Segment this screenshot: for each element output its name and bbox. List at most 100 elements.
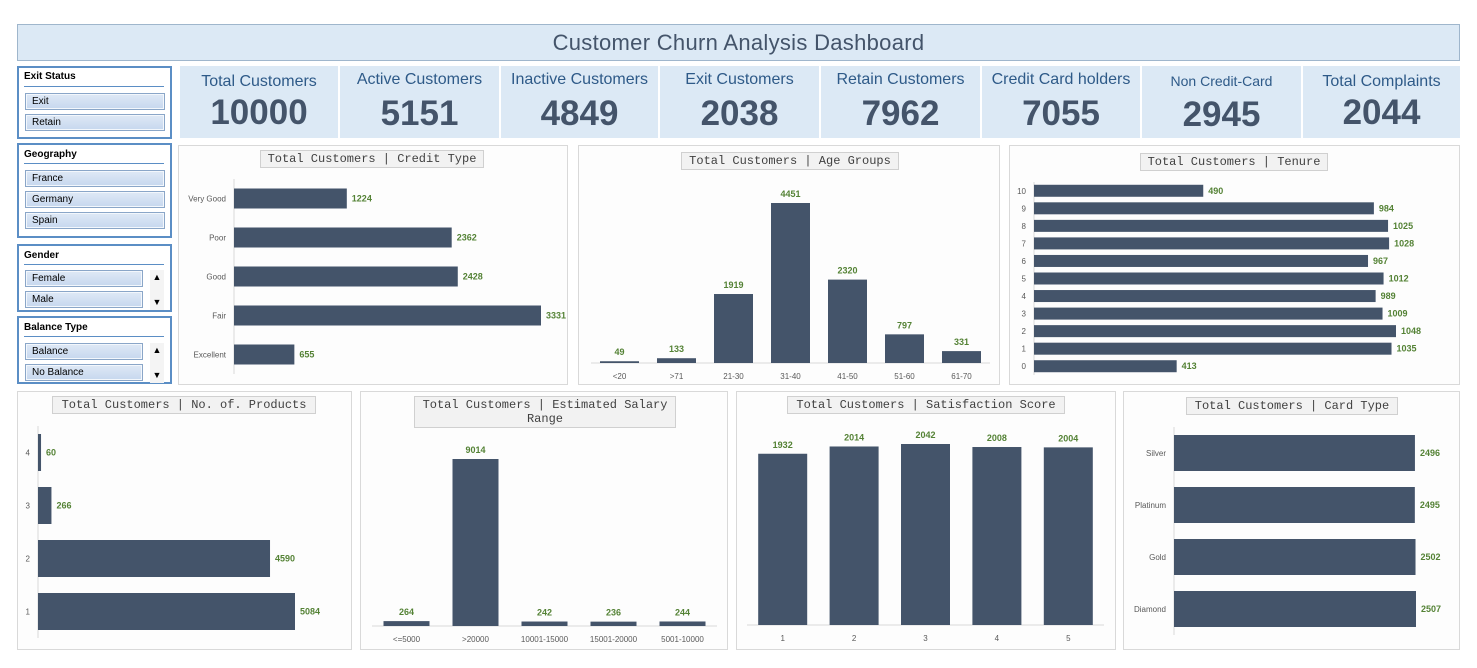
category-label: 4 [1022, 292, 1027, 301]
category-label: 4 [26, 449, 31, 458]
chart-card-type: Silver 2496 Platinum 2495 Gold 2502 Diamond 250… [1134, 427, 1441, 635]
bar-2 [1034, 325, 1396, 338]
data-label: 2008 [987, 433, 1007, 443]
slicer-divider [24, 86, 164, 87]
bar-4 [1034, 290, 1376, 303]
slicer-scrollbar[interactable]: ▲ ▼ [150, 270, 164, 310]
data-label: 413 [1182, 361, 1197, 371]
category-label: 9 [1022, 204, 1027, 213]
slicer-item-spain[interactable]: Spain [25, 212, 165, 229]
scroll-up-icon[interactable]: ▲ [151, 271, 163, 283]
category-label: Gold [1149, 553, 1166, 562]
kpi-card-total-customers: Total Customers 10000 [180, 66, 338, 138]
bar-5000 [383, 621, 430, 626]
kpi-label: Inactive Customers [511, 71, 648, 88]
data-label: 1025 [1393, 221, 1413, 231]
bar-poor [234, 227, 452, 248]
category-label: Diamond [1134, 605, 1166, 614]
bar-5 [1043, 447, 1093, 625]
bar-8 [1034, 219, 1389, 232]
category-label: 5 [1022, 275, 1027, 284]
slicer-exit-status: Exit Status Exit Retain [17, 66, 172, 139]
bar-1 [38, 593, 295, 630]
data-label: 1009 [1388, 309, 1408, 319]
kpi-card-inactive-customers: Inactive Customers 4849 [501, 66, 658, 138]
slicer-balance-type: Balance Type Balance No Balance ▲ ▼ [17, 316, 172, 384]
category-label: Very Good [188, 195, 226, 204]
data-label: 984 [1379, 203, 1394, 213]
data-label: 967 [1373, 256, 1388, 266]
category-label: <20 [613, 372, 627, 381]
slicer-title: Gender [24, 250, 60, 261]
scroll-down-icon[interactable]: ▼ [151, 296, 163, 308]
kpi-label: Non Credit-Card [1170, 73, 1273, 89]
slicer-item-no-balance[interactable]: No Balance [25, 364, 143, 381]
data-label: 2320 [837, 266, 857, 276]
bar-71 [657, 358, 696, 363]
bar-21-30 [714, 294, 753, 363]
chart-panel-salary: Total Customers | Estimated Salary Range… [360, 391, 728, 650]
chart-estimated-salary: 264 <=5000 9014 >20000 242 10001-15000 236 1500… [372, 445, 717, 644]
category-label: 1 [26, 608, 31, 617]
category-label: 2 [26, 555, 31, 564]
data-label: 655 [299, 350, 314, 360]
kpi-value: 2044 [1342, 93, 1421, 132]
bar-9 [1034, 202, 1374, 215]
slicer-item-germany[interactable]: Germany [25, 191, 165, 208]
category-label: Excellent [194, 351, 227, 360]
chart-no-of-products: 4 60 3 266 2 4590 1 5084 [26, 426, 320, 638]
category-label: 8 [1022, 222, 1027, 231]
slicer-title: Balance Type [24, 322, 88, 333]
category-label: 2 [1022, 327, 1027, 336]
data-label: 1224 [352, 194, 372, 204]
data-label: 1035 [1397, 344, 1417, 354]
bar-2 [829, 446, 879, 625]
chart-panel-card-type: Total Customers | Card Type Silver 2496 Pl… [1123, 391, 1460, 650]
slicer-item-balance[interactable]: Balance [25, 343, 143, 360]
data-label: 9014 [465, 445, 485, 455]
data-label: 60 [46, 448, 56, 458]
chart-panel-products: Total Customers | No. of. Products 4 60 3 2… [17, 391, 352, 650]
category-label: 3 [26, 502, 31, 511]
slicer-item-male[interactable]: Male [25, 291, 143, 308]
bar-excellent [234, 344, 295, 365]
bar-1 [1034, 342, 1392, 355]
category-label: 4 [995, 634, 1000, 643]
bar-fair [234, 305, 541, 326]
bar-4 [38, 434, 42, 471]
slicer-item-retain[interactable]: Retain [25, 114, 165, 131]
bar-good [234, 266, 458, 287]
kpi-card-exit-customers: Exit Customers 2038 [660, 66, 819, 138]
category-label: Silver [1146, 449, 1166, 458]
kpi-value: 2945 [1182, 95, 1261, 134]
data-label: 2495 [1420, 500, 1440, 510]
category-label: 10 [1017, 187, 1026, 196]
data-label: 1048 [1401, 326, 1421, 336]
bar-2 [38, 540, 271, 577]
scroll-up-icon[interactable]: ▲ [151, 344, 163, 356]
category-label: 10001-15000 [521, 635, 569, 644]
bar-7 [1034, 237, 1390, 250]
scroll-down-icon[interactable]: ▼ [151, 369, 163, 381]
chart-satisfaction-score: 1932 1 2014 2 2042 3 2008 4 2004 5 [747, 430, 1104, 643]
slicer-divider [24, 264, 164, 265]
category-label: Platinum [1135, 501, 1166, 510]
category-label: 7 [1022, 239, 1027, 248]
data-label: 4590 [275, 554, 295, 564]
slicer-item-france[interactable]: France [25, 170, 165, 187]
slicer-item-female[interactable]: Female [25, 270, 143, 287]
data-label: 2004 [1058, 433, 1078, 443]
chart-age-groups: 49 <20 133 >71 1919 21-30 4451 31-40 2320 41-50 79… [591, 189, 990, 381]
slicer-scrollbar[interactable]: ▲ ▼ [150, 343, 164, 383]
bar-3 [38, 487, 52, 524]
chart-panel-satisfaction: Total Customers | Satisfaction Score 193… [736, 391, 1116, 650]
data-label: 3331 [546, 311, 566, 321]
chart-panel-age-groups: Total Customers | Age Groups 49 <20 133 >71… [578, 145, 1000, 385]
kpi-label: Active Customers [356, 71, 483, 88]
category-label: >20000 [462, 635, 489, 644]
data-label: 331 [954, 337, 969, 347]
category-label: 21-30 [723, 372, 744, 381]
kpi-value: 4849 [540, 94, 619, 133]
category-label: 6 [1022, 257, 1027, 266]
slicer-item-exit[interactable]: Exit [25, 93, 165, 110]
